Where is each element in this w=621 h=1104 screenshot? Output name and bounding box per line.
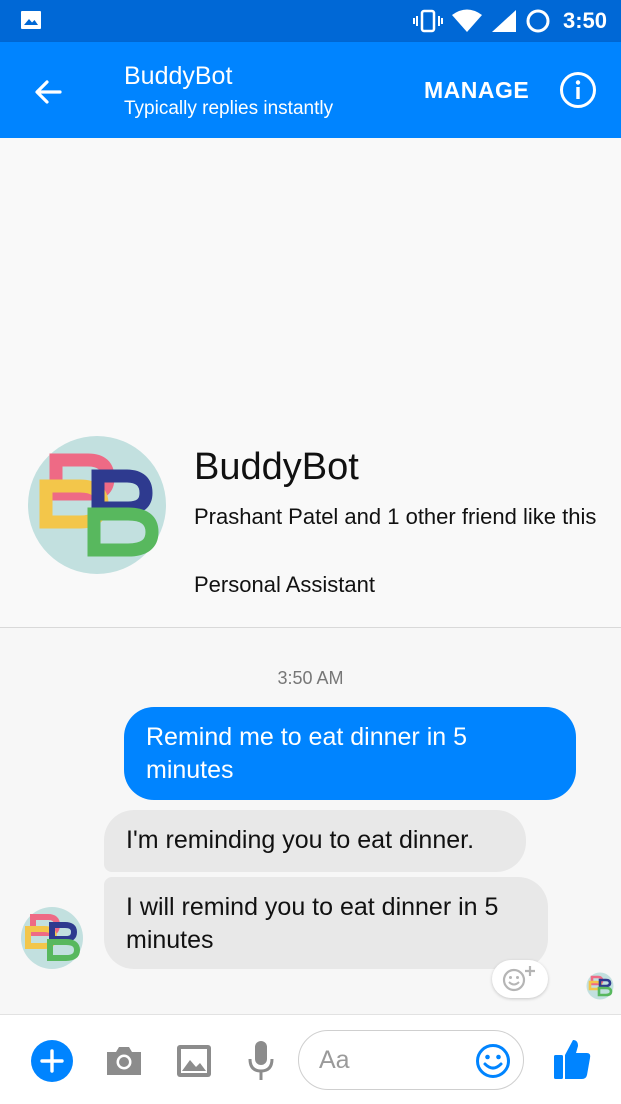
bot-profile-card: BuddyBot Prashant Patel and 1 other frie… — [0, 138, 621, 628]
image-icon — [21, 11, 41, 29]
profile-category: Personal Assistant — [194, 572, 375, 597]
back-arrow-icon[interactable] — [28, 72, 68, 112]
message-input[interactable]: Aa — [298, 1030, 524, 1090]
incoming-message[interactable]: I will remind you to eat dinner in 5 min… — [104, 877, 548, 969]
profile-name: BuddyBot — [194, 446, 359, 488]
status-bar: 3:50 — [0, 0, 621, 42]
app-bar: BuddyBot Typically replies instantly MAN… — [0, 42, 621, 138]
add-reaction-button[interactable] — [492, 960, 548, 998]
plus-icon[interactable] — [30, 1039, 74, 1083]
manage-button[interactable]: MANAGE — [424, 77, 529, 104]
thumbs-up-icon[interactable] — [552, 1037, 592, 1081]
status-time: 3:50 — [562, 8, 607, 33]
profile-likes-text: Prashant Patel and 1 other friend like t… — [194, 504, 597, 529]
seen-indicator-avatar — [586, 972, 614, 1000]
message-input-placeholder: Aa — [319, 1046, 350, 1074]
emoji-icon[interactable] — [475, 1043, 511, 1079]
incoming-message[interactable]: I'm reminding you to eat dinner. — [104, 810, 526, 872]
bot-avatar-small — [21, 907, 83, 969]
status-icons: 3:50 — [412, 0, 607, 42]
vibrate-icon — [412, 9, 443, 33]
mic-icon[interactable] — [246, 1039, 276, 1083]
gallery-icon[interactable] — [174, 1041, 214, 1081]
info-icon[interactable] — [558, 70, 598, 110]
wifi-icon — [451, 9, 482, 32]
outgoing-message[interactable]: Remind me to eat dinner in 5 minutes — [124, 707, 576, 800]
camera-icon[interactable] — [104, 1041, 144, 1081]
signal-icon — [491, 10, 516, 32]
bot-avatar — [28, 436, 166, 574]
add-reaction-icon — [502, 966, 535, 992]
sync-icon — [526, 9, 550, 33]
header-title: BuddyBot — [124, 62, 233, 90]
message-timestamp: 3:50 AM — [277, 668, 344, 688]
header-subtitle: Typically replies instantly — [124, 98, 334, 119]
message-composer: Aa — [0, 1014, 621, 1104]
